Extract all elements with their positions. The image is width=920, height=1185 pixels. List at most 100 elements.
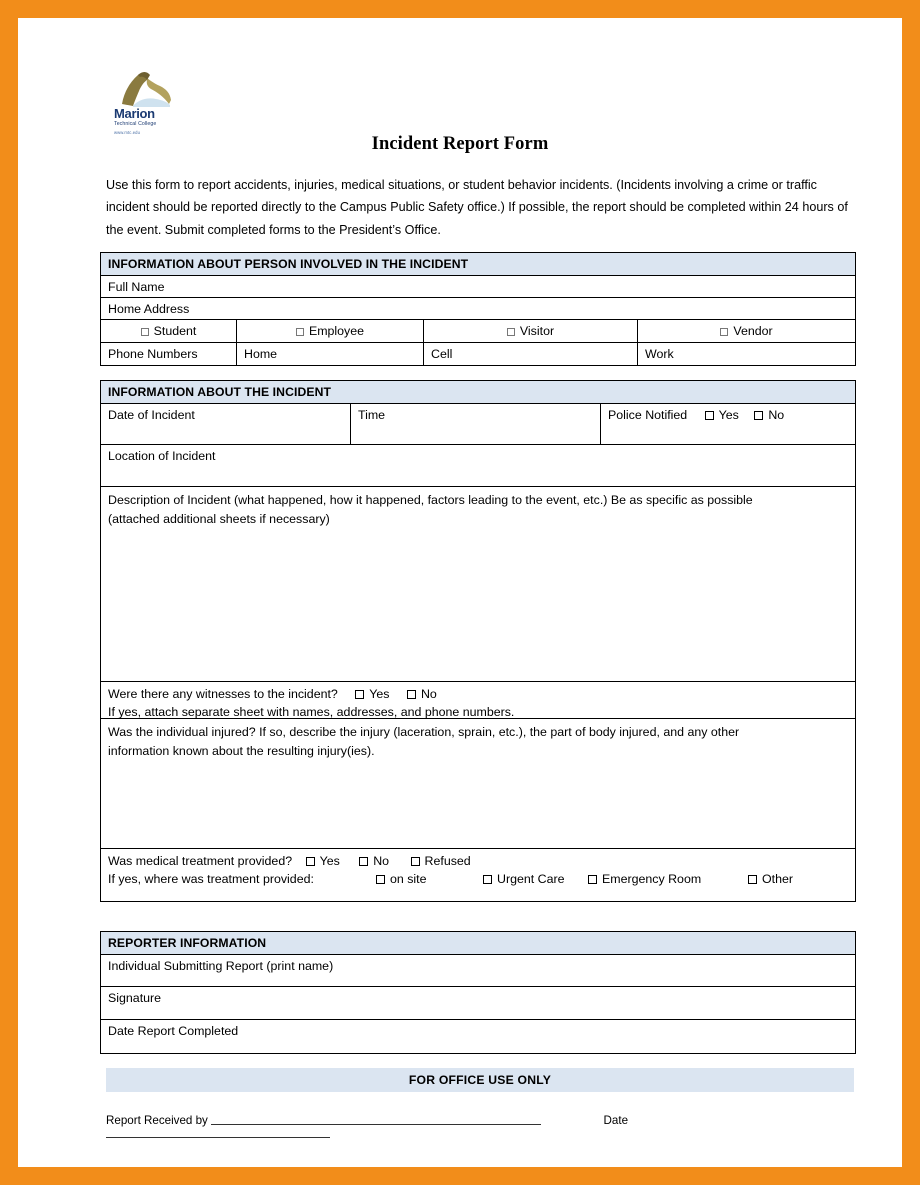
checkbox-icon[interactable]: [720, 328, 729, 336]
description-of-incident-label-line2: (attached additional sheets if necessary…: [108, 511, 330, 526]
phone-numbers-row: Phone Numbers Home Cell Work: [101, 343, 855, 365]
phone-work-label: Work: [645, 347, 674, 361]
office-use-header: FOR OFFICE USE ONLY: [106, 1068, 854, 1092]
treatment-where-urgent-care-label: Urgent Care: [497, 871, 565, 886]
checkbox-icon[interactable]: [355, 690, 365, 699]
role-option-vendor-label: Vendor: [733, 324, 773, 338]
checkbox-icon[interactable]: [359, 857, 369, 866]
treatment-where-emergency-room[interactable]: Emergency Room: [588, 871, 701, 889]
location-of-incident-label: Location of Incident: [108, 449, 216, 463]
description-of-incident-label-line1: Description of Incident (what happened, …: [108, 493, 753, 507]
role-option-student-label: Student: [153, 324, 197, 338]
checkbox-icon[interactable]: [406, 690, 416, 699]
college-logo: Marion Technical College www.mtc.edu: [114, 70, 176, 135]
phone-cell-label: Cell: [431, 347, 453, 361]
witness-option-no[interactable]: No: [406, 687, 437, 701]
office-use-fields: Report Received by Date: [106, 1114, 854, 1140]
role-option-vendor[interactable]: Vendor: [638, 320, 855, 342]
treatment-option-no-label: No: [373, 854, 390, 868]
treatment-option-refused[interactable]: Refused: [410, 854, 471, 868]
treatment-option-refused-label: Refused: [424, 854, 471, 868]
injury-question-line2: information known about the resulting in…: [108, 743, 375, 758]
incident-section: INFORMATION ABOUT THE INCIDENT Date of I…: [100, 380, 856, 902]
checkbox-icon[interactable]: [410, 857, 420, 866]
signature-field[interactable]: Signature: [101, 987, 855, 1020]
treatment-option-no[interactable]: No: [359, 854, 389, 868]
police-option-no[interactable]: No: [754, 408, 784, 422]
time-of-incident-field[interactable]: Time: [351, 404, 601, 444]
office-date-input[interactable]: [106, 1127, 330, 1138]
full-name-label: Full Name: [108, 280, 165, 294]
treatment-option-yes[interactable]: Yes: [305, 854, 340, 868]
police-option-yes[interactable]: Yes: [704, 408, 739, 422]
role-option-visitor[interactable]: Visitor: [424, 320, 638, 342]
checkbox-icon[interactable]: [295, 328, 304, 336]
police-option-yes-label: Yes: [718, 408, 739, 422]
reporter-section-header: REPORTER INFORMATION: [101, 932, 855, 955]
treatment-where-on-site[interactable]: on site: [376, 871, 427, 889]
description-of-incident-field[interactable]: Description of Incident (what happened, …: [101, 487, 855, 682]
location-of-incident-field[interactable]: Location of Incident: [101, 445, 855, 487]
logo-college-name: Marion: [114, 106, 155, 121]
phone-home-field[interactable]: Home: [237, 343, 424, 365]
person-section-header: INFORMATION ABOUT PERSON INVOLVED IN THE…: [101, 253, 855, 276]
role-option-employee[interactable]: Employee: [237, 320, 424, 342]
checkbox-icon[interactable]: [483, 874, 492, 884]
police-notified-field: Police Notified Yes No: [601, 404, 855, 444]
date-report-completed-field[interactable]: Date Report Completed: [101, 1020, 855, 1053]
witness-option-yes-label: Yes: [369, 687, 390, 701]
page-border: Marion Technical College www.mtc.edu Inc…: [0, 0, 920, 1185]
checkbox-icon[interactable]: [588, 874, 597, 884]
date-of-incident-field[interactable]: Date of Incident: [101, 404, 351, 444]
role-option-employee-label: Employee: [308, 324, 365, 338]
date-of-incident-label: Date of Incident: [108, 408, 195, 422]
checkbox-icon[interactable]: [704, 411, 714, 420]
intro-paragraph: Use this form to report accidents, injur…: [106, 178, 848, 237]
home-address-field[interactable]: Home Address: [101, 298, 855, 320]
date-time-police-row: Date of Incident Time Police Notified Ye…: [101, 404, 855, 445]
checkbox-icon[interactable]: [376, 874, 385, 884]
checkbox-icon[interactable]: [506, 328, 515, 336]
office-date-label: Date: [603, 1114, 629, 1127]
injury-question-line1: Was the individual injured? If so, descr…: [108, 725, 740, 739]
full-name-field[interactable]: Full Name: [101, 276, 855, 298]
treatment-where-emergency-room-label: Emergency Room: [602, 871, 702, 886]
individual-submitting-field[interactable]: Individual Submitting Report (print name…: [101, 955, 855, 987]
checkbox-icon[interactable]: [305, 857, 315, 866]
phone-cell-field[interactable]: Cell: [424, 343, 638, 365]
signature-label: Signature: [108, 991, 162, 1005]
treatment-where-other-label: Other: [762, 871, 793, 886]
report-received-by-input[interactable]: [211, 1114, 542, 1125]
witness-question-field: Were there any witnesses to the incident…: [101, 682, 855, 719]
reporter-section: REPORTER INFORMATION Individual Submitti…: [100, 931, 856, 1054]
home-address-label: Home Address: [108, 302, 190, 316]
incident-section-header: INFORMATION ABOUT THE INCIDENT: [101, 381, 855, 404]
treatment-where-urgent-care[interactable]: Urgent Care: [483, 871, 565, 889]
checkbox-icon[interactable]: [754, 411, 764, 420]
treatment-where-other[interactable]: Other: [748, 871, 793, 889]
treatment-question-label: Was medical treatment provided?: [108, 854, 293, 868]
police-notified-label: Police Notified: [608, 408, 688, 422]
injury-description-field[interactable]: Was the individual injured? If so, descr…: [101, 719, 855, 849]
role-option-student[interactable]: Student: [101, 320, 237, 342]
treatment-where-on-site-label: on site: [390, 871, 427, 886]
marion-eagle-logo-icon: [122, 72, 171, 107]
phone-numbers-label-cell: Phone Numbers: [101, 343, 237, 365]
date-report-completed-label: Date Report Completed: [108, 1024, 239, 1038]
checkbox-icon[interactable]: [140, 328, 149, 336]
person-section: INFORMATION ABOUT PERSON INVOLVED IN THE…: [100, 252, 856, 366]
checkbox-icon[interactable]: [748, 874, 757, 884]
form-page: Marion Technical College www.mtc.edu Inc…: [18, 18, 902, 1167]
phone-work-field[interactable]: Work: [638, 343, 855, 365]
witness-option-yes[interactable]: Yes: [355, 687, 390, 701]
role-option-visitor-label: Visitor: [519, 324, 555, 338]
treatment-option-yes-label: Yes: [319, 854, 340, 868]
medical-treatment-field: Was medical treatment provided? Yes No R…: [101, 849, 855, 901]
witness-question-label: Were there any witnesses to the incident…: [108, 687, 338, 701]
logo-college-subtitle: Technical College: [114, 121, 157, 127]
phone-numbers-label: Phone Numbers: [108, 347, 198, 361]
police-option-no-label: No: [768, 408, 785, 422]
phone-home-label: Home: [244, 347, 278, 361]
treatment-where-label: If yes, where was treatment provided:: [108, 871, 314, 886]
report-received-by-label: Report Received by: [106, 1114, 208, 1127]
